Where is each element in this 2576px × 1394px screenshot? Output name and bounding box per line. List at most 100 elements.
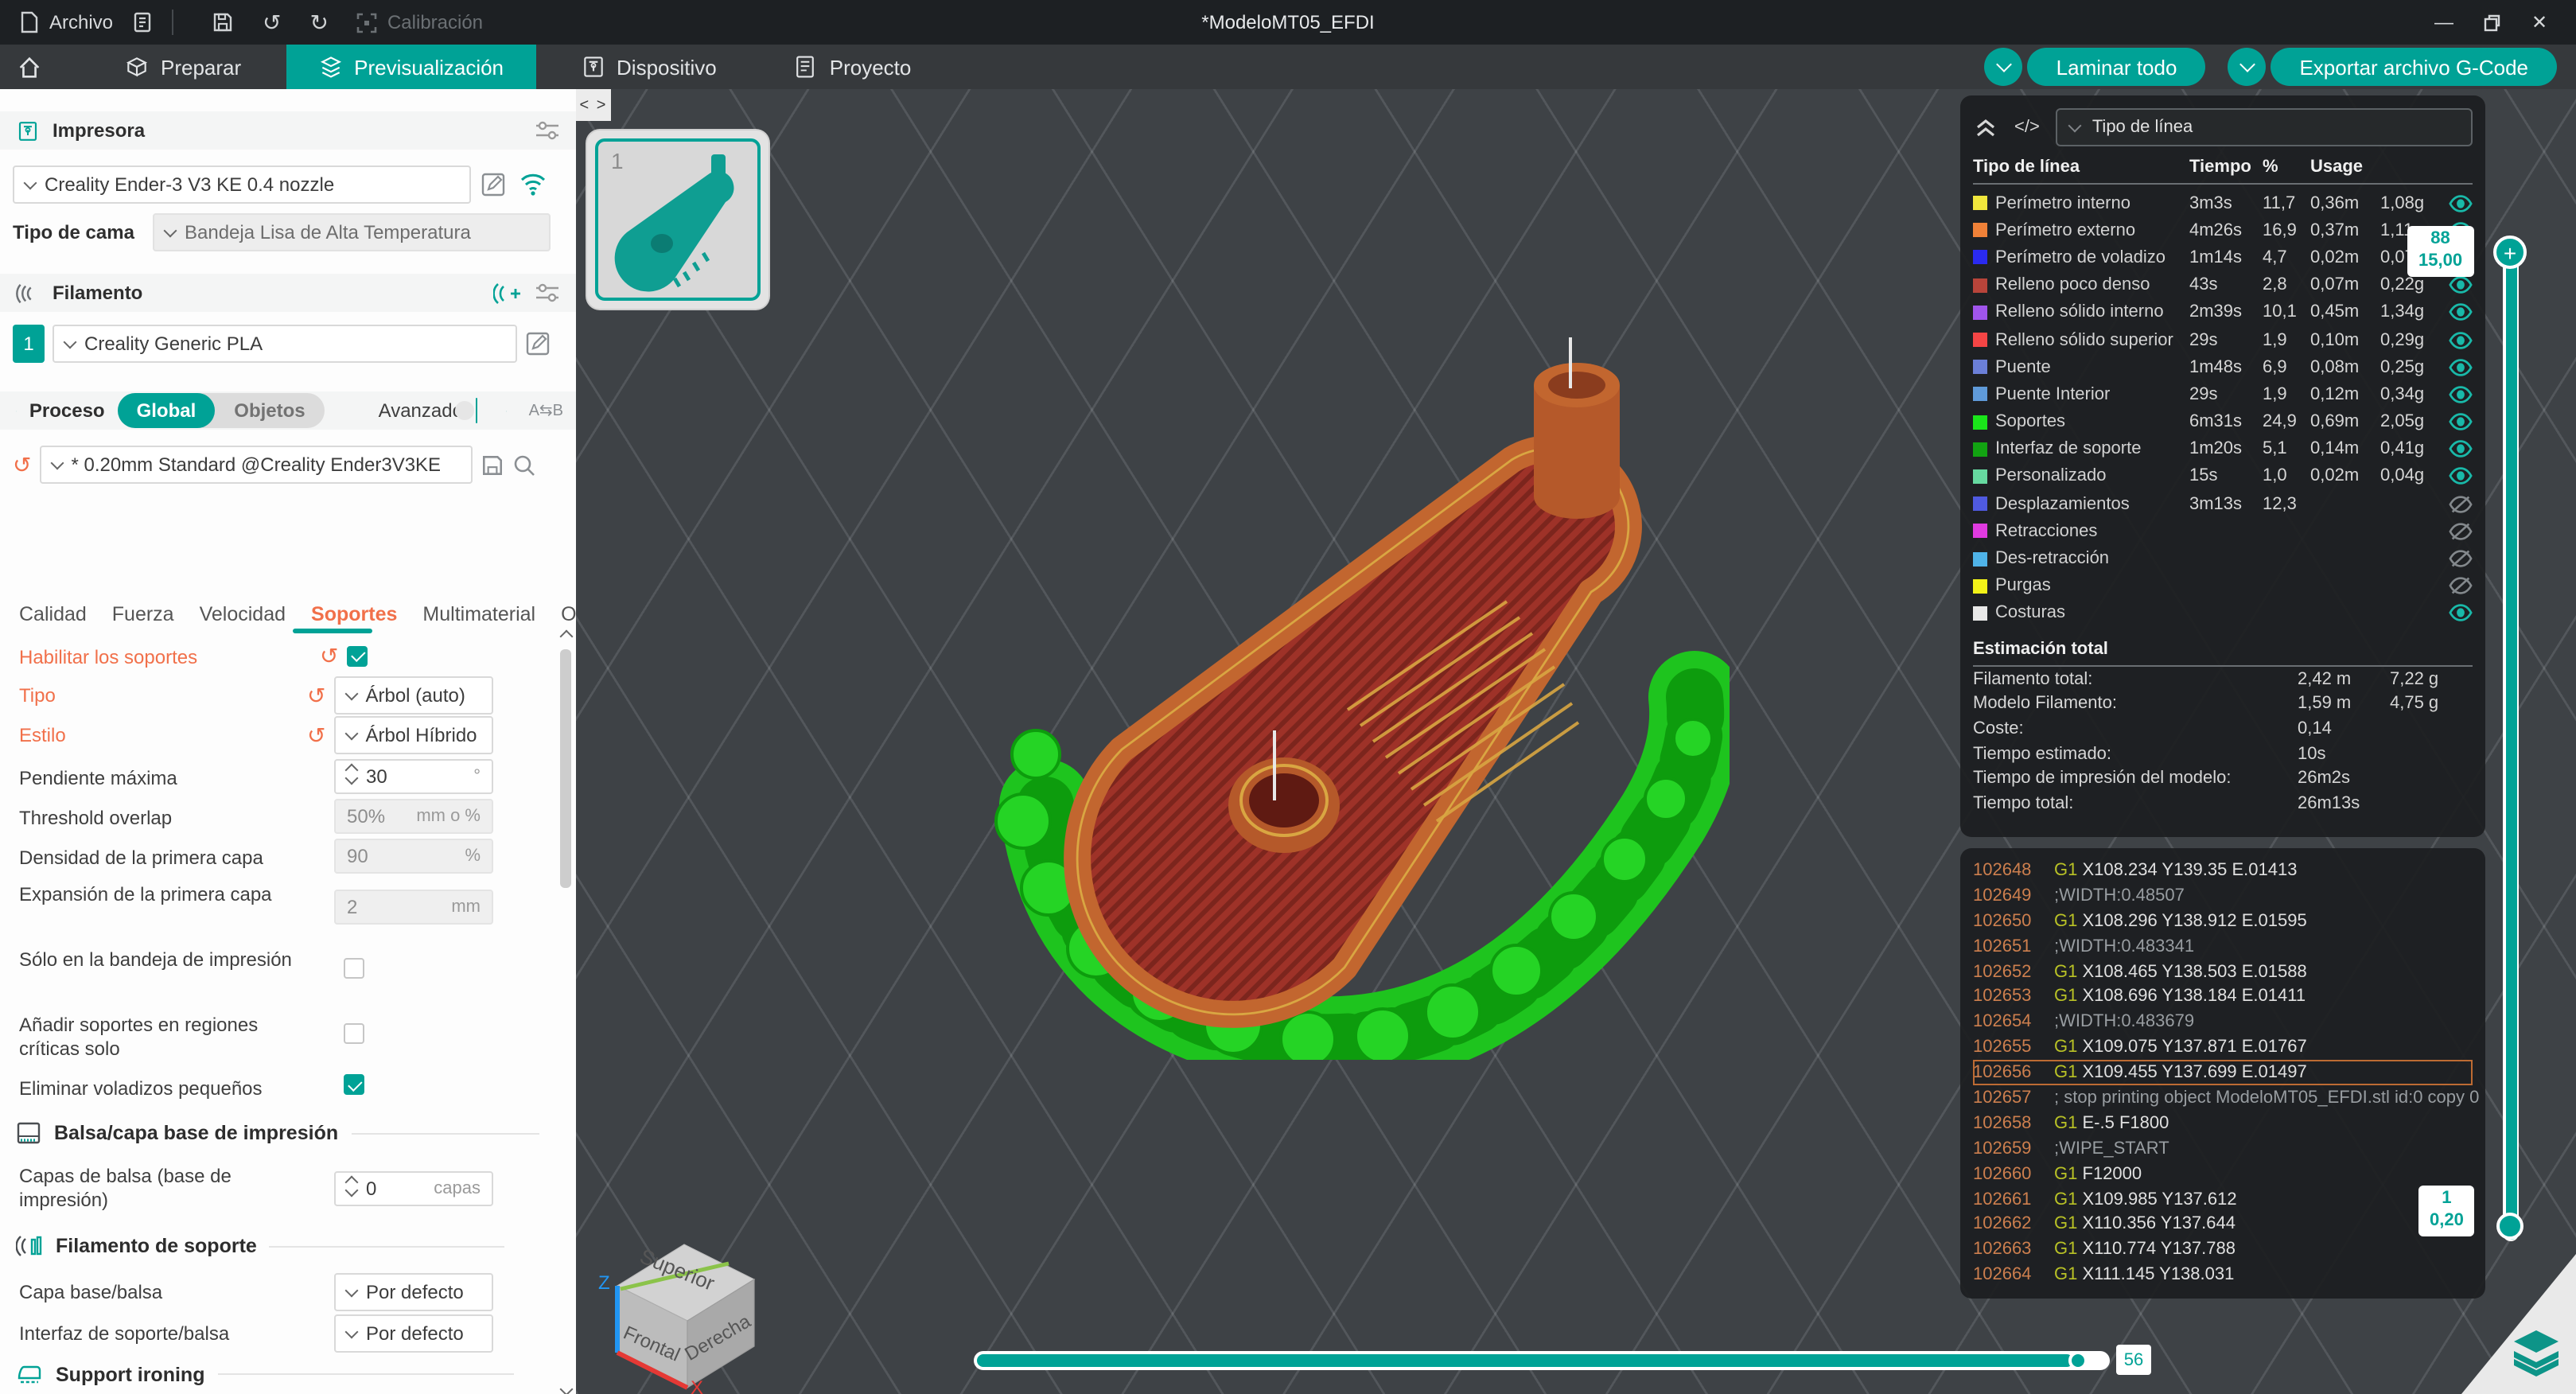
preview-viewport[interactable]: < > 1 </> Tipo de línea Tipo de línea Ti… bbox=[576, 89, 2576, 1394]
export-options-button[interactable] bbox=[2228, 48, 2267, 86]
tab-otros[interactable]: O... bbox=[561, 603, 576, 625]
eye-off-icon[interactable] bbox=[2444, 549, 2473, 568]
eye-icon[interactable] bbox=[2444, 357, 2473, 376]
tab-preparar[interactable]: Preparar bbox=[92, 45, 273, 89]
search-preset-icon[interactable] bbox=[512, 453, 535, 477]
first-layer-density-field[interactable]: 90 % bbox=[334, 839, 493, 874]
scrollbar-thumb[interactable] bbox=[560, 649, 571, 888]
slice-all-button[interactable]: Laminar todo bbox=[2027, 48, 2206, 86]
tab-calidad[interactable]: Calidad bbox=[19, 603, 87, 625]
gcode-line[interactable]: 102649 ;WIDTH:0.48507 bbox=[1973, 883, 2473, 909]
model-3d[interactable] bbox=[982, 328, 1730, 1060]
gcode-line[interactable]: 102652 G1 X108.465 Y138.503 E.01588 bbox=[1973, 959, 2473, 984]
base-raft-select[interactable]: Por defecto bbox=[334, 1273, 493, 1311]
gcode-line[interactable]: 102657 ; stop printing object ModeloMT05_… bbox=[1973, 1085, 2479, 1111]
calibration-button[interactable]: Calibración bbox=[357, 11, 483, 33]
edit-printer-icon[interactable] bbox=[481, 172, 506, 197]
gcode-line[interactable]: 102662 G1 X110.356 Y137.644 bbox=[1973, 1212, 2473, 1237]
eye-icon[interactable] bbox=[2444, 275, 2473, 294]
eye-icon[interactable] bbox=[2444, 330, 2473, 349]
reset-icon[interactable]: ↺ bbox=[307, 684, 325, 707]
gcode-line[interactable]: 102658 G1 E-.5 F1800 bbox=[1973, 1111, 2473, 1136]
eye-icon[interactable] bbox=[2444, 412, 2473, 431]
eye-off-icon[interactable] bbox=[2444, 576, 2473, 595]
move-slider-thumb[interactable] bbox=[2068, 1351, 2088, 1370]
gcode-line[interactable]: 102659 ;WIPE_START bbox=[1973, 1136, 2473, 1162]
orientation-gizmo[interactable]: Superior Frontal Derecha Z X bbox=[582, 1222, 783, 1394]
tab-multimaterial[interactable]: Multimaterial bbox=[422, 603, 535, 625]
slice-options-button[interactable] bbox=[1984, 48, 2023, 86]
scope-global[interactable]: Global bbox=[117, 393, 216, 428]
tab-proyecto[interactable]: Proyecto bbox=[761, 45, 944, 89]
eye-icon[interactable] bbox=[2444, 440, 2473, 459]
tab-dispositivo[interactable]: Dispositivo bbox=[548, 45, 749, 89]
remove-overhangs-checkbox[interactable] bbox=[344, 1074, 364, 1095]
gcode-line[interactable]: 102656 G1 X109.455 Y137.699 E.01497 bbox=[1973, 1060, 2473, 1086]
view-mode-select[interactable]: Tipo de línea bbox=[2055, 108, 2473, 146]
filament-slot-badge[interactable]: 1 bbox=[13, 325, 45, 363]
eye-off-icon[interactable] bbox=[2444, 494, 2473, 513]
filament-settings-icon[interactable] bbox=[535, 282, 560, 304]
eye-icon[interactable] bbox=[2444, 604, 2473, 623]
scroll-down-icon[interactable] bbox=[559, 1382, 574, 1394]
move-slider[interactable] bbox=[974, 1351, 2110, 1370]
layers-icon[interactable] bbox=[2509, 1327, 2563, 1378]
eye-icon[interactable] bbox=[2444, 193, 2473, 212]
eye-off-icon[interactable] bbox=[2444, 522, 2473, 541]
gcode-line[interactable]: 102651 ;WIDTH:0.483341 bbox=[1973, 933, 2473, 959]
settings-scrollbar[interactable] bbox=[559, 629, 574, 1394]
compare-ab-icon[interactable]: A⇆B bbox=[529, 402, 563, 419]
close-button[interactable]: ✕ bbox=[2519, 3, 2560, 41]
gcode-panel[interactable]: 102648 G1 X108.234 Y139.35 E.01413 102649;… bbox=[1960, 848, 2485, 1299]
first-layer-expansion-field[interactable]: 2 mm bbox=[334, 890, 493, 925]
gcode-line[interactable]: 102650 G1 X108.296 Y138.912 E.01595 bbox=[1973, 909, 2473, 934]
critical-regions-checkbox[interactable] bbox=[344, 1023, 364, 1044]
add-filament-icon[interactable] bbox=[493, 281, 522, 305]
max-slope-spinner[interactable]: 30 ° bbox=[334, 759, 493, 794]
eye-icon[interactable] bbox=[2444, 467, 2473, 486]
spinner-arrows[interactable] bbox=[344, 763, 359, 785]
gcode-line[interactable]: 102661 G1 X109.985 Y137.612 bbox=[1973, 1186, 2473, 1212]
layer-slider[interactable] bbox=[2503, 248, 2519, 1241]
gcode-line[interactable]: 102648 G1 X108.234 Y139.35 E.01413 bbox=[1973, 858, 2473, 883]
gcode-line[interactable]: 102655 G1 X109.075 Y137.871 E.01767 bbox=[1973, 1034, 2473, 1060]
restore-button[interactable] bbox=[2471, 3, 2512, 41]
support-style-select[interactable]: Árbol Híbrido bbox=[333, 716, 493, 754]
gcode-line[interactable]: 102654 ;WIDTH:0.483679 bbox=[1973, 1010, 2473, 1035]
enable-supports-checkbox[interactable] bbox=[346, 645, 368, 666]
gcode-view-icon[interactable]: </> bbox=[2014, 118, 2040, 137]
save-preset-icon[interactable] bbox=[480, 453, 504, 477]
layer-slider-top-handle[interactable]: + bbox=[2493, 236, 2527, 269]
parameter-list-icon[interactable] bbox=[505, 399, 507, 422]
tab-previsualizacion[interactable]: Previsualización bbox=[286, 45, 536, 89]
gcode-line[interactable]: 102664 G1 X111.145 Y138.031 bbox=[1973, 1263, 2473, 1288]
tab-velocidad[interactable]: Velocidad bbox=[200, 603, 286, 625]
scope-objects[interactable]: Objetos bbox=[215, 393, 324, 428]
collapse-legend-icon[interactable] bbox=[1973, 116, 1998, 138]
minimize-button[interactable]: — bbox=[2423, 3, 2465, 41]
reset-icon[interactable]: ↺ bbox=[320, 644, 338, 667]
home-button[interactable] bbox=[0, 45, 57, 89]
advanced-toggle[interactable] bbox=[454, 398, 477, 423]
gcode-line[interactable]: 102660 G1 F12000 bbox=[1973, 1161, 2473, 1186]
filament-select[interactable]: Creality Generic PLA bbox=[53, 325, 517, 363]
reset-preset-icon[interactable]: ↺ bbox=[13, 454, 31, 476]
bed-type-select[interactable]: Bandeja Lisa de Alta Temperatura bbox=[153, 213, 551, 251]
printer-select[interactable]: Creality Ender-3 V3 KE 0.4 nozzle bbox=[13, 165, 471, 204]
buildplate-only-checkbox[interactable] bbox=[344, 958, 364, 979]
layer-slider-bottom-handle[interactable] bbox=[2496, 1213, 2523, 1240]
eye-icon[interactable] bbox=[2444, 385, 2473, 404]
tab-soportes[interactable]: Soportes bbox=[311, 603, 397, 625]
redo-button[interactable]: ↻ bbox=[310, 11, 329, 33]
reset-icon[interactable]: ↺ bbox=[307, 724, 325, 746]
edit-filament-icon[interactable] bbox=[525, 331, 551, 356]
export-gcode-button[interactable]: Exportar archivo G-Code bbox=[2271, 48, 2557, 86]
tab-fuerza[interactable]: Fuerza bbox=[112, 603, 174, 625]
eye-icon[interactable] bbox=[2444, 303, 2473, 322]
spinner-arrows[interactable] bbox=[344, 1175, 359, 1197]
gcode-line[interactable]: 102663 G1 X110.774 Y137.788 bbox=[1973, 1237, 2473, 1263]
printer-settings-icon[interactable] bbox=[535, 119, 560, 142]
gcode-line[interactable]: 102653 G1 X108.696 Y138.184 E.01411 bbox=[1973, 984, 2473, 1010]
save-button[interactable] bbox=[212, 11, 234, 33]
wifi-icon[interactable] bbox=[519, 170, 547, 197]
